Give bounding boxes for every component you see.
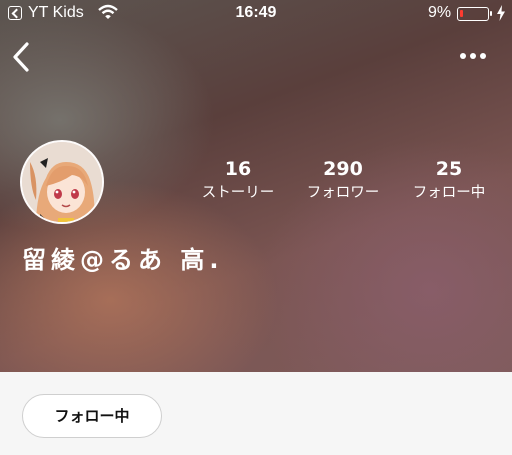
chevron-left-icon (13, 42, 29, 72)
profile-name: 留綾@るあ 高. (22, 246, 224, 274)
more-options-button[interactable] (456, 46, 492, 66)
status-bar: YT Kids 16:49 9% (0, 0, 512, 26)
profile-header-background: YT Kids 16:49 9% 16 ストーリー 290 フォロワー 25 フ… (0, 0, 512, 372)
stories-label: ストーリー (201, 185, 275, 201)
following-button[interactable]: フォロー中 (22, 394, 162, 438)
battery-percent: 9% (428, 4, 452, 21)
avatar[interactable] (20, 140, 104, 224)
anime-girl-avatar-icon (22, 142, 102, 222)
following-label: フォロー中 (412, 185, 486, 201)
more-dots-icon (460, 53, 486, 59)
battery-icon (457, 7, 492, 21)
followers-count: 290 (323, 158, 363, 180)
following-count: 25 (435, 158, 463, 180)
stories-count: 16 (224, 158, 252, 180)
back-button[interactable] (10, 41, 34, 73)
stat-stories[interactable]: 16 ストーリー (183, 158, 293, 202)
stat-followers[interactable]: 290 フォロワー (288, 158, 398, 202)
followers-label: フォロワー (306, 185, 380, 201)
stat-following[interactable]: 25 フォロー中 (394, 158, 504, 202)
charging-icon (496, 5, 506, 26)
